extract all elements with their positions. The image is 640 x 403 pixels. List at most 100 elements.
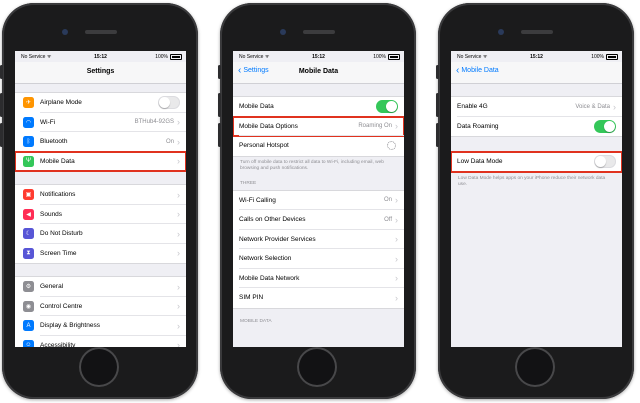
phone-settings: No Service ᯤ 15:12 100% Settings ✈ Airpla… <box>0 3 198 399</box>
row-mobile-data-options[interactable]: Mobile Data Options Roaming On › <box>233 115 404 137</box>
row-label: Control Centre <box>40 302 83 310</box>
control-centre-icon: ◉ <box>23 300 34 312</box>
battery-indicator: 100% <box>591 54 618 60</box>
nav-bar: ‹ Settings Mobile Data <box>233 62 404 84</box>
row-label: Enable 4G <box>457 103 488 111</box>
volume-down-button <box>436 123 439 147</box>
row-label: Wi-Fi Calling <box>239 196 276 204</box>
phone-mobile-data: No Service ᯤ 15:12 100% ‹ Settings Mobile… <box>218 3 416 399</box>
row-wi-fi-calling[interactable]: Wi-Fi Calling On › <box>233 191 404 211</box>
home-button[interactable] <box>297 347 337 387</box>
highlight-box <box>15 150 186 172</box>
row-mobile-data[interactable]: Ψ Mobile Data › <box>15 150 186 172</box>
row-label: Airplane Mode <box>40 99 82 107</box>
row-personal-hotspot[interactable]: Personal Hotspot <box>233 136 404 156</box>
row-do-not-disturb[interactable]: ☾ Do Not Disturb › <box>15 224 186 244</box>
row-network-selection[interactable]: Network Selection › <box>233 249 404 269</box>
front-camera <box>498 29 504 35</box>
status-bar: No Service ᯤ 15:12 100% <box>451 51 622 62</box>
chevron-right-icon: › <box>177 301 180 312</box>
page-title: Settings <box>86 68 115 75</box>
chevron-right-icon: › <box>177 340 180 347</box>
row-control-centre[interactable]: ◉ Control Centre › <box>15 297 186 317</box>
chevron-right-icon: › <box>395 253 398 264</box>
silent-switch <box>218 65 221 79</box>
battery-icon <box>170 54 182 60</box>
volume-up-button <box>0 93 3 117</box>
chevron-left-icon: ‹ <box>456 65 460 76</box>
row-display-and-brightness[interactable]: A Display & Brightness › <box>15 316 186 336</box>
status-bar: No Service ᯤ 15:12 100% <box>233 51 404 62</box>
wifi-icon: ◠ <box>23 116 34 128</box>
row-value: On <box>165 138 174 145</box>
row-label: Personal Hotspot <box>239 142 289 150</box>
silent-switch <box>436 65 439 79</box>
accessibility-icon: ☺ <box>23 339 34 347</box>
row-label: Sounds <box>40 210 63 218</box>
chevron-right-icon: › <box>395 214 398 225</box>
row-label: Display & Brightness <box>40 322 100 330</box>
row-general[interactable]: ⚙ General › <box>15 277 186 297</box>
notifications-icon: ▣ <box>23 189 34 201</box>
row-mobile-data-network[interactable]: Mobile Data Network › <box>233 269 404 289</box>
row-label: Accessibility <box>40 341 76 347</box>
home-button[interactable] <box>79 347 119 387</box>
row-label: Data Roaming <box>457 122 499 130</box>
row-enable-4g[interactable]: Enable 4G Voice & Data › <box>451 97 622 117</box>
row-notifications[interactable]: ▣ Notifications › <box>15 185 186 205</box>
mobile-data-screen: No Service ᯤ 15:12 100% ‹ Settings Mobile… <box>233 51 404 347</box>
row-label: Network Provider Services <box>239 235 316 243</box>
battery-icon <box>606 54 618 60</box>
row-label: Do Not Disturb <box>40 230 83 238</box>
front-camera <box>280 29 286 35</box>
highlight-box <box>233 115 404 137</box>
home-button[interactable] <box>515 347 555 387</box>
moon-icon: ☾ <box>23 228 34 240</box>
volume-up-button <box>218 93 221 117</box>
notifications-group: ▣ Notifications › ◀ Sounds › ☾ Do Not Disturb › ⧗… <box>15 184 186 264</box>
row-calls-on-other-devices[interactable]: Calls on Other Devices Off › <box>233 210 404 230</box>
chevron-right-icon: › <box>395 292 398 303</box>
row-mobile-data[interactable]: Mobile Data <box>233 97 404 117</box>
row-sim-pin[interactable]: SIM PIN › <box>233 288 404 308</box>
data-roaming-toggle[interactable] <box>594 119 616 133</box>
row-label: General <box>40 283 64 291</box>
row-bluetooth[interactable]: ᛒ Bluetooth On › <box>15 132 186 152</box>
chevron-right-icon: › <box>177 209 180 220</box>
hourglass-icon: ⧗ <box>23 247 34 259</box>
battery-indicator: 100% <box>155 54 182 60</box>
row-value: BTHub4-92GS <box>134 119 174 126</box>
row-accessibility[interactable]: ☺ Accessibility › <box>15 336 186 347</box>
earpiece-speaker <box>85 30 117 34</box>
chevron-right-icon: › <box>177 117 180 128</box>
volume-up-button <box>436 93 439 117</box>
mobile-data-toggle[interactable] <box>376 100 398 114</box>
row-sounds[interactable]: ◀ Sounds › <box>15 205 186 225</box>
row-airplane-mode[interactable]: ✈ Airplane Mode <box>15 93 186 113</box>
row-low-data-mode[interactable]: Low Data Mode <box>451 151 622 173</box>
row-data-roaming[interactable]: Data Roaming <box>451 117 622 137</box>
toggle-knob <box>159 97 170 109</box>
row-network-provider-services[interactable]: Network Provider Services › <box>233 230 404 250</box>
silent-switch <box>0 65 3 79</box>
bluetooth-icon: ᛒ <box>23 136 34 148</box>
nav-bar: ‹ Mobile Data <box>451 62 622 84</box>
mobile-data-options-screen: No Service ᯤ 15:12 100% ‹ Mobile Data Ena… <box>451 51 622 347</box>
back-button[interactable]: ‹ Mobile Data <box>456 65 499 76</box>
row-label: Screen Time <box>40 249 77 257</box>
highlight-box <box>451 151 622 173</box>
speaker-icon: ◀ <box>23 208 34 220</box>
airplane-mode-toggle[interactable] <box>158 96 180 110</box>
row-screen-time[interactable]: ⧗ Screen Time › <box>15 244 186 264</box>
earpiece-speaker <box>521 30 553 34</box>
chevron-right-icon: › <box>177 136 180 147</box>
volume-down-button <box>0 123 3 147</box>
mobile-data-group: Mobile Data Mobile Data Options Roaming On… <box>233 96 404 157</box>
carrier-section-header: THREE <box>240 180 257 186</box>
chevron-right-icon: › <box>177 228 180 239</box>
row-label: Wi-Fi <box>40 118 56 126</box>
chevron-right-icon: › <box>395 234 398 245</box>
front-camera <box>62 29 68 35</box>
row-wi-fi[interactable]: ◠ Wi-Fi BTHub4-92GS › <box>15 113 186 133</box>
row-label: Mobile Data <box>239 103 274 111</box>
